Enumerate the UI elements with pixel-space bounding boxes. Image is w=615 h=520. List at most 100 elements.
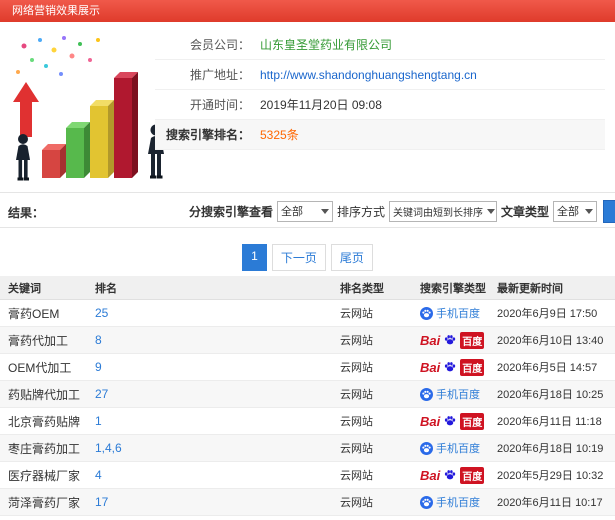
up-arrow xyxy=(13,82,39,137)
rank-type-cell: 云网站 xyxy=(340,362,373,374)
page-button-current[interactable]: 1 xyxy=(242,244,267,271)
growth-chart-graphic xyxy=(6,32,178,182)
engine-filter-select[interactable]: 全部 xyxy=(277,200,334,222)
engine-rank-row: 搜索引擎排名： 5325条 xyxy=(155,120,605,150)
engine-cell: 手机百度 xyxy=(412,305,489,321)
result-label: 结果： xyxy=(8,206,45,220)
bar-red-small xyxy=(42,144,66,178)
keyword-cell[interactable]: 医疗器械厂家 xyxy=(0,467,87,484)
rank-type-cell: 云网站 xyxy=(340,443,373,455)
table-body: 膏药OEM 25 云网站 手机百度 2020年6月9日 17:50 膏药代加工 … xyxy=(0,300,615,516)
growth-chart-image xyxy=(13,36,164,181)
rank-type-cell: 云网站 xyxy=(340,416,373,428)
open-time-row: 开通时间： 2019年11月20日 09:08 xyxy=(155,90,605,120)
page-button-last[interactable]: 尾页 xyxy=(330,244,373,271)
person-left xyxy=(16,134,30,181)
engine-filter-label: 分搜索引擎查看 xyxy=(189,204,274,219)
member-company-link[interactable]: 山东皇圣堂药业有限公司 xyxy=(260,36,392,53)
engine-cell: 手机百度 xyxy=(412,386,489,402)
sort-filter-select[interactable]: 关键词由短到长排序 xyxy=(389,200,498,222)
keyword-cell[interactable]: 膏药代加工 xyxy=(0,332,87,349)
promo-url-link[interactable]: http://www.shandonghuangshengtang.cn xyxy=(260,68,477,82)
engine-label: 百度 xyxy=(460,331,485,349)
header-keyword: 关键词 xyxy=(8,282,41,295)
rank-link[interactable]: 25 xyxy=(87,306,332,320)
bar-darkred-tall xyxy=(114,72,138,178)
rank-type-cell: 云网站 xyxy=(340,389,373,401)
rank-link[interactable]: 1,4,6 xyxy=(87,441,332,455)
filter-group: 分搜索引擎查看 全部 排序方式 关键词由短到长排序 文章类型 全部 提交 xyxy=(185,193,615,229)
baidu-logo-text: Bai xyxy=(420,467,441,483)
engine-cell: 手机百度 xyxy=(412,494,489,510)
bar-yellow xyxy=(90,100,114,178)
rank-link[interactable]: 17 xyxy=(87,495,332,509)
updated-cell: 2020年6月5日 14:57 xyxy=(497,362,598,374)
updated-cell: 2020年6月18日 10:19 xyxy=(497,443,604,455)
table-row: 枣庄膏药加工 1,4,6 云网站 手机百度 2020年6月18日 10:19 xyxy=(0,435,615,462)
rank-link[interactable]: 9 xyxy=(87,360,332,374)
table-row: 药贴牌代加工 27 云网站 手机百度 2020年6月18日 10:25 xyxy=(0,381,615,408)
filter-bar: 结果： 分搜索引擎查看 全部 排序方式 关键词由短到长排序 文章类型 全部 提交 xyxy=(0,192,615,228)
keyword-cell[interactable]: 菏泽膏药厂家 xyxy=(0,494,87,511)
rank-link[interactable]: 4 xyxy=(87,468,332,482)
keyword-cell[interactable]: 枣庄膏药加工 xyxy=(0,440,87,457)
updated-cell: 2020年6月18日 10:25 xyxy=(497,389,604,401)
baidu-logo-text: Bai xyxy=(420,332,441,348)
header-rank-type: 排名类型 xyxy=(340,282,384,295)
keyword-cell[interactable]: 膏药OEM xyxy=(0,305,87,322)
engine-cell: Bai 百度 xyxy=(412,331,489,349)
open-time-value: 2019年11月20日 09:08 xyxy=(260,98,382,112)
keyword-cell[interactable]: OEM代加工 xyxy=(0,359,87,376)
open-time-label: 开通时间： xyxy=(189,98,250,112)
updated-cell: 2020年5月29日 10:32 xyxy=(497,470,604,482)
rank-type-cell: 云网站 xyxy=(340,497,373,509)
member-company-row: 会员公司： 山东皇圣堂药业有限公司 xyxy=(155,30,605,60)
header-engine-type: 搜索引擎类型 xyxy=(420,282,486,295)
mobile-baidu-icon xyxy=(420,441,433,455)
engine-label: 手机百度 xyxy=(436,497,480,509)
keyword-cell[interactable]: 北京膏药贴牌 xyxy=(0,413,87,430)
page-button-next[interactable]: 下一页 xyxy=(271,244,326,271)
mobile-baidu-icon xyxy=(420,387,433,401)
article-type-value: 全部 xyxy=(557,206,580,218)
table-row: 膏药代加工 8 云网站 Bai 百度 2020年6月10日 13:40 xyxy=(0,327,615,354)
baidu-paw-icon xyxy=(445,362,456,372)
baidu-paw-icon xyxy=(445,335,456,345)
rank-link[interactable]: 8 xyxy=(87,333,332,347)
promo-url-row: 推广地址： http://www.shandonghuangshengtang.… xyxy=(155,60,605,90)
engine-label: 百度 xyxy=(460,466,485,484)
rank-type-cell: 云网站 xyxy=(340,308,373,320)
rank-link[interactable]: 27 xyxy=(87,387,332,401)
updated-cell: 2020年6月11日 11:18 xyxy=(497,416,602,428)
table-row: 菏泽膏药厂家 17 云网站 手机百度 2020年6月11日 10:17 xyxy=(0,489,615,516)
baidu-logo-text: Bai xyxy=(420,413,441,429)
chevron-down-icon xyxy=(487,208,496,214)
engine-filter-value: 全部 xyxy=(281,206,304,218)
engine-label: 手机百度 xyxy=(436,308,480,320)
article-type-label: 文章类型 xyxy=(501,204,550,219)
table-header-row: 关键词 排名 排名类型 搜索引擎类型 最新更新时间 xyxy=(0,276,615,300)
rank-link[interactable]: 1 xyxy=(87,414,332,428)
engine-cell: Bai 百度 xyxy=(412,358,489,376)
engine-rank-label: 搜索引擎排名： xyxy=(165,128,250,142)
rank-type-cell: 云网站 xyxy=(340,335,373,347)
bar-green xyxy=(66,122,90,178)
engine-label: 手机百度 xyxy=(436,389,480,401)
submit-button[interactable]: 提交 xyxy=(603,199,615,223)
header-rank: 排名 xyxy=(95,282,117,295)
page-title: 网络营销效果展示 xyxy=(12,5,100,17)
article-type-select[interactable]: 全部 xyxy=(553,200,598,222)
keyword-cell[interactable]: 药贴牌代加工 xyxy=(0,386,87,403)
confetti-dots xyxy=(16,36,100,76)
promo-url-label: 推广地址： xyxy=(189,68,250,82)
results-table: 关键词 排名 排名类型 搜索引擎类型 最新更新时间 膏药OEM 25 云网站 手… xyxy=(0,276,615,516)
updated-cell: 2020年6月11日 10:17 xyxy=(497,497,603,509)
table-row: 医疗器械厂家 4 云网站 Bai 百度 2020年5月29日 10:32 xyxy=(0,462,615,489)
sort-filter-value: 关键词由短到长排序 xyxy=(393,207,484,219)
engine-label: 手机百度 xyxy=(436,443,480,455)
engine-label: 百度 xyxy=(460,358,485,376)
updated-cell: 2020年6月10日 13:40 xyxy=(497,335,604,347)
baidu-paw-icon xyxy=(445,470,456,480)
engine-cell: Bai 百度 xyxy=(412,412,489,430)
chevron-down-icon xyxy=(585,208,594,214)
